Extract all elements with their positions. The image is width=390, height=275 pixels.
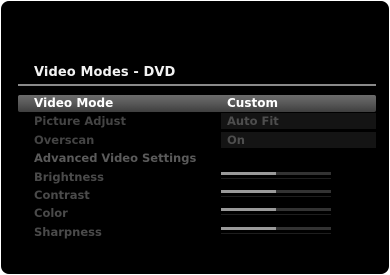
picture-adjust-value: Auto Fit [227,114,279,129]
slider-shadow [221,177,331,179]
menu-item-color[interactable]: Color [18,204,376,222]
overscan-value: On [227,132,245,147]
menu-item-brightness[interactable]: Brightness [18,168,376,186]
slider-shadow [221,195,331,197]
menu-item-picture-adjust[interactable]: Picture Adjust Auto Fit [18,112,376,130]
slider-shadow [221,232,331,234]
video-mode-label: Video Mode [34,96,114,110]
slider-fill [221,171,276,175]
contrast-slider[interactable] [221,189,331,201]
overscan-label: Overscan [34,132,95,147]
menu-item-sharpness[interactable]: Sharpness [18,223,376,241]
contrast-label: Contrast [34,187,90,202]
title-divider [18,84,376,86]
color-slider[interactable] [221,208,331,219]
slider-fill [221,208,276,212]
tv-screen: Video Modes - DVD Video Mode Custom Pict… [1,1,389,274]
advanced-video-settings-label: Advanced Video Settings [34,151,197,166]
video-settings-menu: Video Mode Custom Picture Adjust Auto Fi… [18,94,376,241]
sharpness-label: Sharpness [34,224,102,239]
video-mode-value: Custom [227,96,278,110]
color-label: Color [34,206,68,221]
menu-item-advanced-video-settings[interactable]: Advanced Video Settings [18,149,376,167]
picture-adjust-label: Picture Adjust [34,114,126,129]
slider-shadow [221,214,331,216]
menu-item-video-mode[interactable]: Video Mode Custom [18,94,376,113]
menu-item-overscan[interactable]: Overscan On [18,131,376,149]
sharpness-slider[interactable] [221,226,331,238]
page-title: Video Modes - DVD [34,65,176,80]
brightness-slider[interactable] [221,171,331,183]
brightness-label: Brightness [34,169,104,184]
slider-fill [221,226,276,230]
menu-item-contrast[interactable]: Contrast [18,186,376,204]
slider-fill [221,189,276,193]
